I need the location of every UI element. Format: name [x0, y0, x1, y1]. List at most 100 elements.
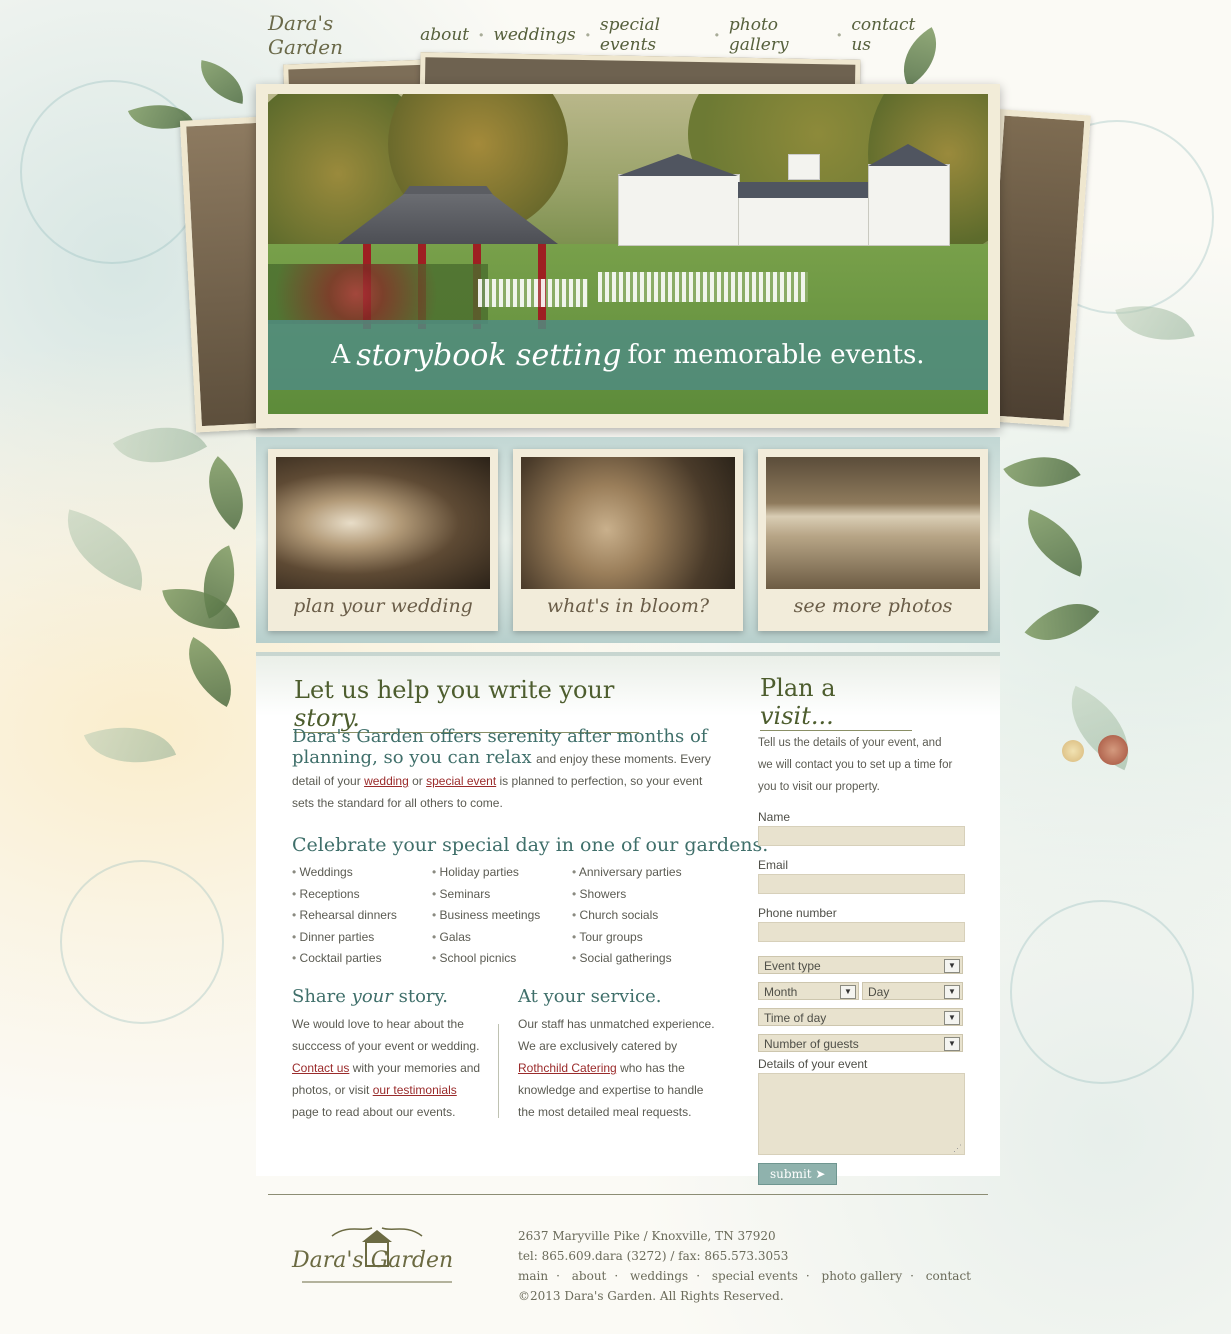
banner-suffix: for memorable events. — [627, 340, 925, 370]
testimonials-link[interactable]: our testimonials — [373, 1083, 457, 1097]
nav-separator: • — [479, 28, 484, 42]
footer-link-photo-gallery[interactable]: photo gallery — [822, 1269, 903, 1283]
hero-photo-frame: A storybook setting for memorable events… — [256, 84, 1000, 428]
thumb-image-flower — [521, 457, 735, 589]
guests-select[interactable]: Number of guests ▼ — [758, 1034, 963, 1052]
footer-nav: main · about · weddings · special events · p… — [518, 1269, 971, 1283]
list-item: Anniversary parties — [572, 862, 732, 884]
service-block: At your service. Our staff has unmatched… — [518, 986, 738, 1123]
list-item: Weddings — [292, 862, 432, 884]
nav-about[interactable]: about — [420, 25, 469, 45]
list-item: Receptions — [292, 884, 432, 906]
footer-link-main[interactable]: main — [518, 1269, 548, 1283]
phone-field[interactable] — [758, 922, 965, 942]
thumb-caption: see more photos — [793, 595, 953, 617]
service-heading: At your service. — [518, 986, 662, 1007]
footer-copyright: ©2013 Dara's Garden. All Rights Reserved… — [518, 1289, 784, 1303]
share-heading: Share your story. — [292, 986, 449, 1007]
thumb-caption: what's in bloom? — [546, 595, 710, 617]
time-of-day-select[interactable]: Time of day ▼ — [758, 1008, 963, 1026]
hero-image: A storybook setting for memorable events… — [268, 94, 988, 414]
contact-us-link[interactable]: Contact us — [292, 1061, 349, 1075]
details-label: Details of your event — [758, 1057, 868, 1071]
name-label: Name — [758, 810, 791, 824]
list-item: School picnics — [432, 948, 572, 970]
list-item: Rehearsal dinners — [292, 905, 432, 927]
list-item: Holiday parties — [432, 862, 572, 884]
event-list-col1: Weddings Receptions Rehearsal dinners Di… — [292, 862, 432, 970]
footer-link-about[interactable]: about — [572, 1269, 607, 1283]
celebrate-heading: Celebrate your special day in one of our… — [292, 834, 769, 856]
list-item: Dinner parties — [292, 927, 432, 949]
footer-phone: tel: 865.609.dara (3272) / fax: 865.573.… — [518, 1249, 789, 1263]
thumb-whats-in-bloom[interactable]: what's in bloom? — [513, 449, 743, 631]
thumb-see-more-photos[interactable]: see more photos — [758, 449, 988, 631]
footer-link-contact[interactable]: contact — [926, 1269, 971, 1283]
lead-tail: and enjoy these moments. Every — [536, 752, 711, 766]
nav-photo-gallery[interactable]: photo gallery — [729, 15, 827, 55]
intro-last-line: sets the standard for all others to come… — [292, 796, 503, 810]
footer-address: 2637 Maryville Pike / Knoxville, TN 3792… — [518, 1229, 776, 1243]
footer-divider — [268, 1194, 988, 1195]
wedding-link[interactable]: wedding — [364, 774, 409, 788]
rothchild-catering-link[interactable]: Rothchild Catering — [518, 1061, 617, 1075]
day-select[interactable]: Day ▼ — [862, 982, 963, 1000]
list-item: Cocktail parties — [292, 948, 432, 970]
thumb-image-house — [766, 457, 980, 589]
list-item: Showers — [572, 884, 732, 906]
visit-form: Name Email Phone number Event type ▼ Mont… — [758, 804, 968, 1185]
lead-line-1: Dara's Garden offers serenity after mont… — [292, 726, 708, 747]
chevron-down-icon: ▼ — [840, 985, 856, 999]
footer-link-weddings[interactable]: weddings — [630, 1269, 688, 1283]
chevron-down-icon: ▼ — [944, 1011, 960, 1025]
list-item: Tour groups — [572, 927, 732, 949]
footer-link-special-events[interactable]: special events — [712, 1269, 798, 1283]
footer-logo-text: Dara's Garden — [292, 1248, 454, 1273]
phone-label: Phone number — [758, 906, 837, 920]
content-panel: Let us help you write your story. Dara's… — [256, 652, 1000, 1185]
month-select[interactable]: Month ▼ — [758, 982, 859, 1000]
footer-logo[interactable]: Dara's Garden — [292, 1222, 462, 1286]
chevron-down-icon: ▼ — [944, 1037, 960, 1051]
intro-block: Dara's Garden offers serenity after mont… — [292, 726, 742, 814]
nav-logo[interactable]: Dara's Garden — [268, 11, 394, 59]
thumb-caption: plan your wedding — [293, 595, 473, 617]
chevron-down-icon: ▼ — [944, 959, 960, 973]
footer-info: 2637 Maryville Pike / Knoxville, TN 3792… — [518, 1226, 971, 1306]
nav-separator: • — [714, 28, 719, 42]
chevron-down-icon: ▼ — [944, 985, 960, 999]
flower-decoration-small — [1062, 740, 1084, 762]
nav-separator: • — [585, 28, 590, 42]
top-nav: Dara's Garden about • weddings • special… — [268, 11, 928, 59]
feature-strip: plan your wedding what's in bloom? see m… — [256, 437, 1000, 643]
list-item: Social gatherings — [572, 948, 732, 970]
resize-handle-icon[interactable]: ⋰ — [953, 1143, 962, 1154]
nav-contact-us[interactable]: contact us — [851, 15, 928, 55]
thumb-plan-wedding[interactable]: plan your wedding — [268, 449, 498, 631]
nav-weddings[interactable]: weddings — [493, 25, 575, 45]
name-field[interactable] — [758, 826, 965, 846]
event-list-col2: Holiday parties Seminars Business meetin… — [432, 862, 572, 970]
email-field[interactable] — [758, 874, 965, 894]
banner-script-text: storybook setting — [356, 337, 622, 373]
column-divider — [498, 1024, 499, 1118]
page-heading: Let us help you write your story. — [294, 676, 639, 733]
visit-intro: Tell us the details of your event, and w… — [758, 737, 953, 793]
plan-visit-heading: Plan a visit... — [760, 674, 912, 731]
email-label: Email — [758, 858, 789, 872]
banner-prefix: A — [331, 340, 351, 370]
details-textarea[interactable]: ⋰ — [758, 1073, 965, 1155]
thumb-image-couple — [276, 457, 490, 589]
share-story-block: Share your story. We would love to hear … — [292, 986, 502, 1123]
special-event-link[interactable]: special event — [426, 774, 496, 788]
list-item: Business meetings — [432, 905, 572, 927]
nav-special-events[interactable]: special events — [600, 15, 705, 55]
list-item: Seminars — [432, 884, 572, 906]
hero-banner: A storybook setting for memorable events… — [268, 320, 988, 390]
flower-decoration — [1098, 735, 1128, 765]
lead-line-2: planning, so you can relax — [292, 747, 532, 768]
list-item: Church socials — [572, 905, 732, 927]
event-type-select[interactable]: Event type ▼ — [758, 956, 963, 974]
submit-button[interactable]: submit ➤ — [758, 1163, 838, 1185]
list-item: Galas — [432, 927, 572, 949]
